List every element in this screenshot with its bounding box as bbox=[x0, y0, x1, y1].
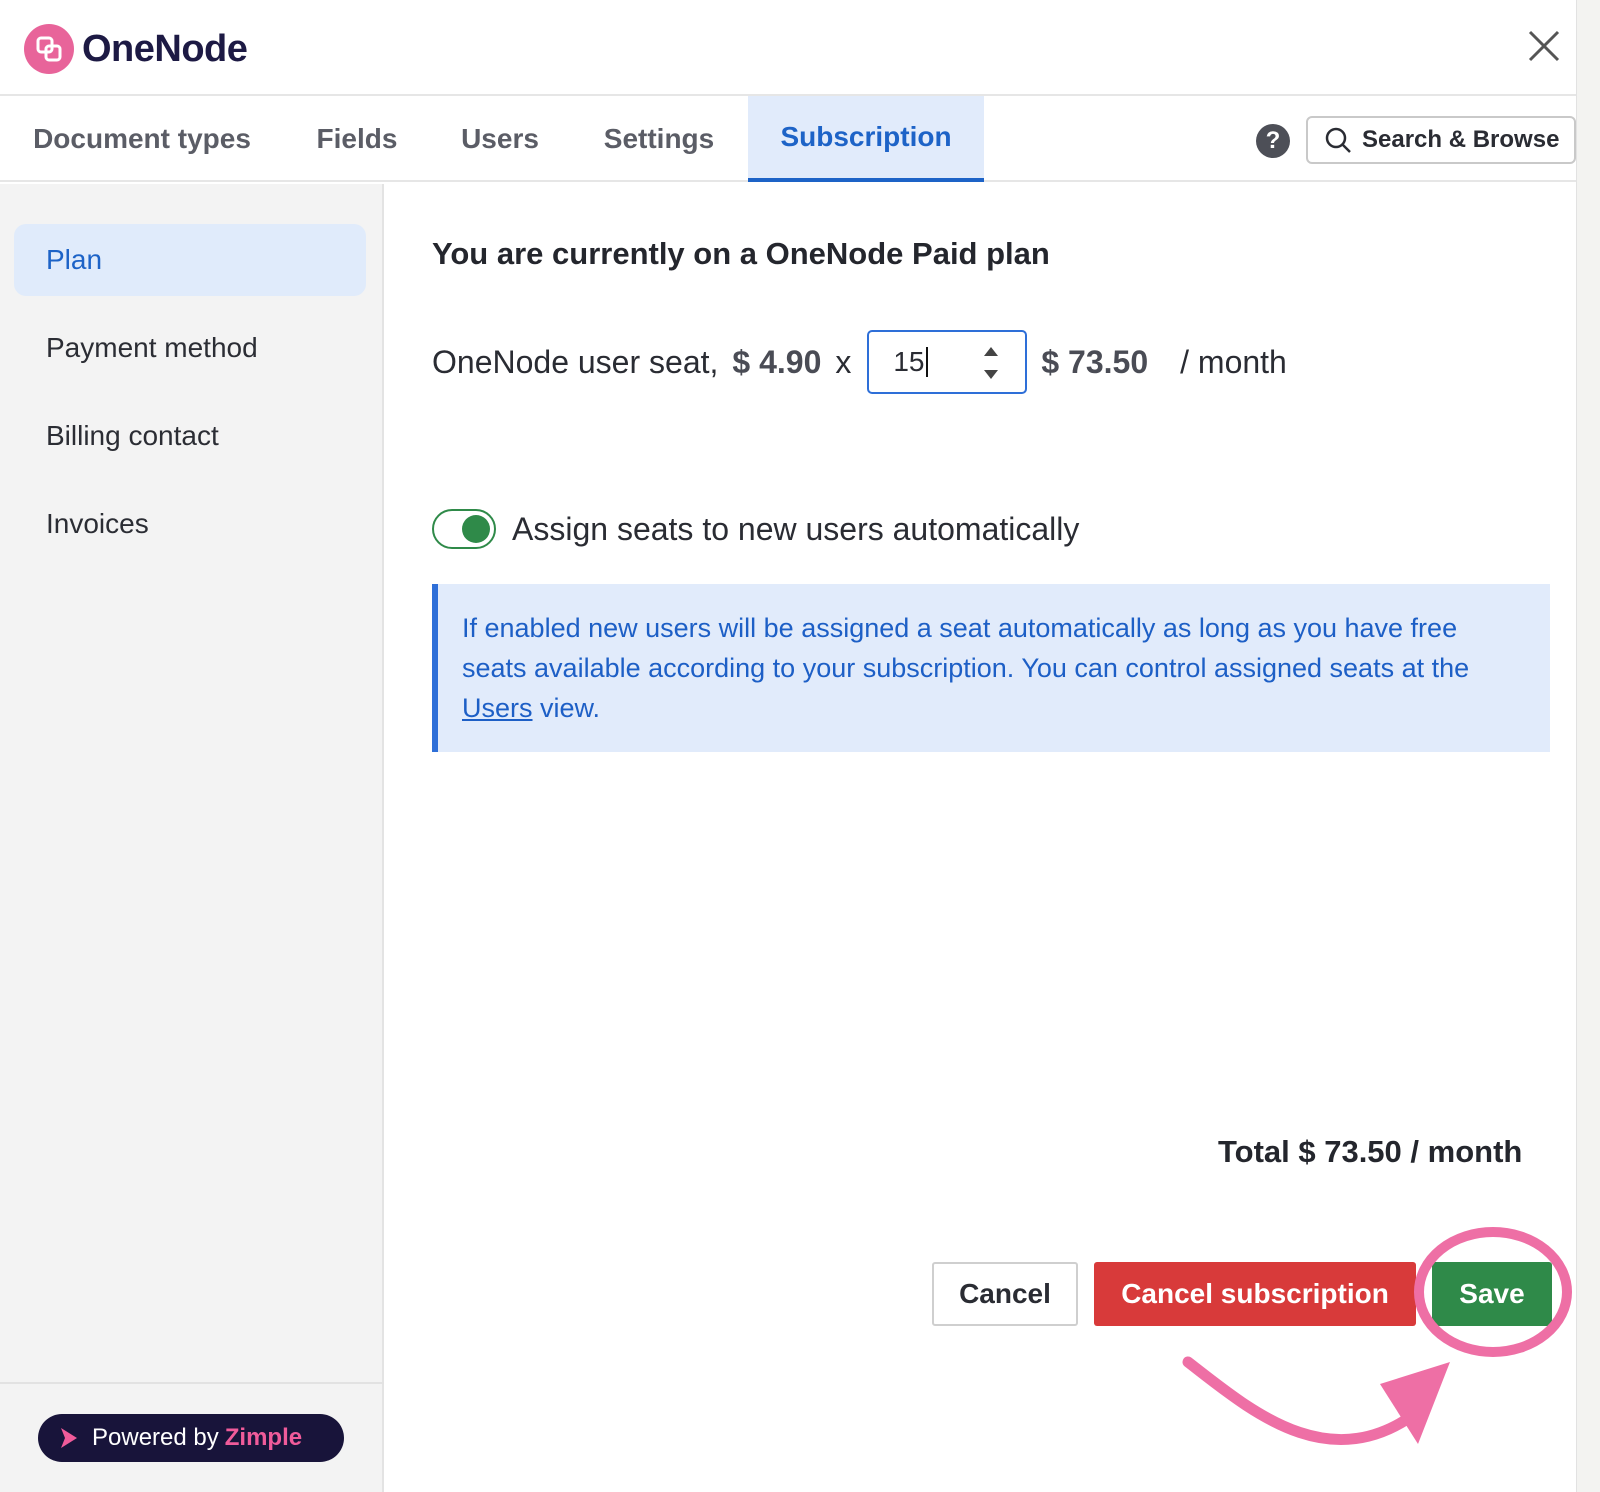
tab-subscription[interactable]: Subscription bbox=[748, 96, 984, 182]
close-icon bbox=[1528, 30, 1560, 62]
info-text: If enabled new users will be assigned a … bbox=[462, 613, 1470, 683]
annotation-arrow-icon bbox=[1182, 1356, 1450, 1445]
close-button[interactable] bbox=[1524, 26, 1564, 66]
tab-users[interactable]: Users bbox=[430, 96, 570, 182]
seat-row: OneNode user seat, $ 4.90 x 15 $ 73.50 /… bbox=[432, 330, 1287, 394]
powered-by-badge[interactable]: Powered by Zimple bbox=[38, 1414, 344, 1462]
users-link[interactable]: Users bbox=[462, 693, 533, 723]
sidebar-divider bbox=[0, 1382, 384, 1384]
tab-fields[interactable]: Fields bbox=[284, 96, 430, 182]
grand-total: Total $ 73.50 / month bbox=[1218, 1134, 1523, 1169]
tab-settings[interactable]: Settings bbox=[570, 96, 748, 182]
info-text-end: view. bbox=[532, 693, 601, 723]
sidebar-item-payment-method[interactable]: Payment method bbox=[14, 312, 366, 384]
search-icon bbox=[1325, 127, 1351, 153]
sidebar-item-invoices[interactable]: Invoices bbox=[14, 488, 366, 560]
onenode-logo-icon bbox=[24, 24, 74, 74]
auto-assign-label: Assign seats to new users automatically bbox=[512, 510, 1080, 547]
powered-by-label: Powered by bbox=[92, 1424, 219, 1451]
cancel-subscription-button[interactable]: Cancel subscription bbox=[1094, 1262, 1416, 1326]
dialog-header: OneNode bbox=[0, 0, 1576, 96]
zimple-logo-icon bbox=[61, 1428, 77, 1448]
multiply-sign: x bbox=[835, 343, 852, 380]
spinner-icon[interactable] bbox=[981, 342, 1001, 384]
info-callout: If enabled new users will be assigned a … bbox=[432, 584, 1550, 752]
auto-assign-row: Assign seats to new users automatically bbox=[432, 508, 1079, 550]
plan-heading: You are currently on a OneNode Paid plan bbox=[432, 236, 1050, 271]
per-month-label: / month bbox=[1180, 343, 1287, 380]
search-browse-label: Search & Browse bbox=[1362, 126, 1560, 153]
line-total: $ 73.50 bbox=[1041, 343, 1149, 380]
app-name: OneNode bbox=[82, 27, 248, 70]
background-strip bbox=[1576, 0, 1600, 1492]
unit-price: $ 4.90 bbox=[732, 343, 822, 380]
sidebar: Plan Payment method Billing contact Invo… bbox=[0, 184, 384, 1492]
save-button[interactable]: Save bbox=[1432, 1262, 1552, 1326]
seat-label: OneNode user seat, bbox=[432, 343, 719, 380]
auto-assign-toggle[interactable] bbox=[432, 509, 496, 549]
cancel-button[interactable]: Cancel bbox=[932, 1262, 1078, 1326]
help-icon[interactable]: ? bbox=[1256, 124, 1290, 158]
sidebar-item-billing-contact[interactable]: Billing contact bbox=[14, 400, 366, 472]
sidebar-item-plan[interactable]: Plan bbox=[14, 224, 366, 296]
tab-document-types[interactable]: Document types bbox=[0, 96, 284, 182]
seat-quantity-value: 15 bbox=[893, 346, 925, 377]
seat-quantity-input[interactable]: 15 bbox=[867, 330, 1028, 394]
powered-by-brand: Zimple bbox=[224, 1424, 303, 1451]
text-caret bbox=[925, 347, 928, 377]
settings-dialog: OneNode Document types Fields Users Sett… bbox=[0, 0, 1576, 1492]
app-logo: OneNode bbox=[24, 24, 248, 74]
toggle-knob bbox=[462, 515, 490, 543]
search-browse-button[interactable]: Search & Browse bbox=[1306, 116, 1576, 164]
